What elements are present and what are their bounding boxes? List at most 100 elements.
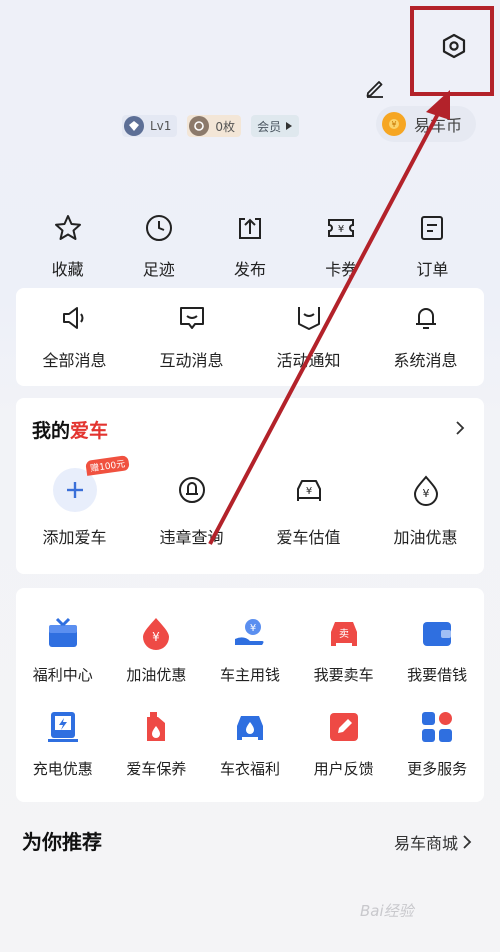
car-item-label: 添加爱车 [42,528,107,547]
fuel-drop-icon: ¥ [404,468,448,512]
messages-card: 全部消息 互动消息 活动通知 系统消息 [16,288,484,386]
svc-car-maintenance[interactable]: 爱车保养 [111,708,201,779]
svc-label: 加油优惠 [126,666,187,684]
my-car-actions: 赠100元 添加爱车 违章查询 ¥ 爱车估值 ¥ 加油优惠 [16,455,484,548]
svg-text:¥: ¥ [422,487,429,500]
add-car-button[interactable]: 赠100元 添加爱车 [20,455,130,548]
pencil-icon [366,81,383,98]
star-icon [54,215,81,240]
svc-owner-money[interactable]: ¥ 车主用钱 [205,614,295,685]
svc-charging-discount[interactable]: 充电优惠 [18,708,108,779]
svg-text:¥: ¥ [338,224,344,235]
coupon-badge[interactable]: 0枚 [187,115,242,137]
svc-user-feedback[interactable]: 用户反馈 [299,708,389,779]
violation-search-icon [170,468,214,512]
msg-interaction[interactable]: 互动消息 [137,303,247,371]
mall-link-label: 易车商城 [394,834,459,853]
svc-sell-car[interactable]: 卖 我要卖车 [299,614,389,685]
my-car-title: 我的爱车 [32,416,108,443]
msg-label: 活动通知 [276,351,341,370]
fuel-drop-icon: ¥ [137,614,175,652]
annotation-highlight-box [410,6,494,96]
shortcut-label: 发布 [234,260,267,279]
feedback-icon [325,708,363,746]
wallet-icon [418,614,456,652]
shortcut-row: 收藏 足迹 发布 ¥ 卡券 订单 [22,212,478,280]
edit-profile-button[interactable] [364,76,386,98]
svc-label: 车衣福利 [219,760,280,778]
svc-borrow-money[interactable]: 我要借钱 [392,614,482,685]
shortcut-label: 卡券 [325,260,358,279]
svc-car-cover[interactable]: 车衣福利 [205,708,295,779]
recommend-title: 为你推荐 [22,830,102,854]
coupon-icon [189,116,210,136]
svc-fuel-discount[interactable]: ¥ 加油优惠 [111,614,201,685]
oil-can-icon [137,708,175,746]
svc-label: 更多服务 [407,760,468,778]
shortcut-publish[interactable]: 发布 [204,212,295,280]
violation-search-button[interactable]: 违章查询 [137,468,247,548]
svc-label: 充电优惠 [32,760,93,778]
level-badge[interactable]: Lv1 [122,115,178,137]
msg-label: 互动消息 [159,351,224,370]
coin-label: 易车币 [414,116,463,135]
shortcut-label: 足迹 [142,260,175,279]
caret-right-icon [286,122,293,130]
diamond-icon [124,116,144,136]
svg-text:¥: ¥ [391,120,396,129]
order-icon [421,216,444,240]
shortcut-coupons[interactable]: ¥ 卡券 [296,212,387,280]
svg-text:¥: ¥ [250,623,256,634]
my-car-title-highlight: 爱车 [70,420,109,442]
svc-more-services[interactable]: 更多服务 [392,708,482,779]
msg-all[interactable]: 全部消息 [20,303,130,371]
coin-button[interactable]: ¥ 易车币 [376,106,476,142]
shortcut-history[interactable]: 足迹 [113,212,204,280]
svg-text:卖: 卖 [339,628,349,640]
chat-icon [179,307,204,329]
publish-icon [239,218,261,239]
ticket-icon: ¥ [328,219,355,237]
hand-money-icon: ¥ [231,614,269,652]
speaker-icon [62,307,83,329]
svc-label: 车主用钱 [219,666,280,684]
msg-activity[interactable]: 活动通知 [254,303,364,371]
car-value-button[interactable]: ¥ 爱车估值 [254,468,364,548]
services-card: 福利中心 ¥ 加油优惠 ¥ 车主用钱 卖 我要卖车 我要借钱 充电优惠 爱车保养… [16,588,484,802]
car-item-label: 违章查询 [159,528,224,547]
car-value-icon: ¥ [287,468,331,512]
svc-label: 用户反馈 [313,760,374,778]
chevron-right-icon [463,835,472,849]
car-cover-icon [231,708,269,746]
services-row: 充电优惠 爱车保养 车衣福利 用户反馈 更多服务 [16,708,484,779]
watermark: Bai经验 [360,902,414,920]
svg-text:¥: ¥ [153,630,161,644]
coupon-count: 0枚 [215,119,236,134]
gift-box-icon [44,614,82,652]
car-item-label: 加油优惠 [393,528,458,547]
shortcut-favorites[interactable]: 收藏 [22,212,113,280]
svc-label: 福利中心 [32,666,93,684]
chevron-right-icon[interactable] [454,420,466,436]
msg-label: 系统消息 [393,351,458,370]
profile-badges: Lv1 0枚 会员 [122,114,300,138]
notice-icon [297,307,320,330]
mall-link[interactable]: 易车商城 [394,830,472,854]
bell-icon [415,308,436,329]
grid-icon [418,708,456,746]
my-car-title-prefix: 我的 [32,420,71,442]
shortcut-label: 收藏 [51,260,84,279]
svc-label: 我要卖车 [313,666,374,684]
member-badge[interactable]: 会员 [251,115,300,137]
svg-text:¥: ¥ [305,486,311,497]
services-row: 福利中心 ¥ 加油优惠 ¥ 车主用钱 卖 我要卖车 我要借钱 [16,614,484,685]
svc-label: 爱车保养 [126,760,187,778]
fuel-discount-button[interactable]: ¥ 加油优惠 [371,468,481,548]
member-text: 会员 [257,119,282,134]
gift-tag: 赠100元 [84,455,130,476]
msg-system[interactable]: 系统消息 [371,303,481,371]
shortcut-label: 订单 [416,260,449,279]
svc-welfare-center[interactable]: 福利中心 [18,614,108,685]
shortcut-orders[interactable]: 订单 [387,212,478,280]
my-car-card: 我的爱车 赠100元 添加爱车 违章查询 ¥ 爱车估值 ¥ 加油优惠 [16,398,484,574]
